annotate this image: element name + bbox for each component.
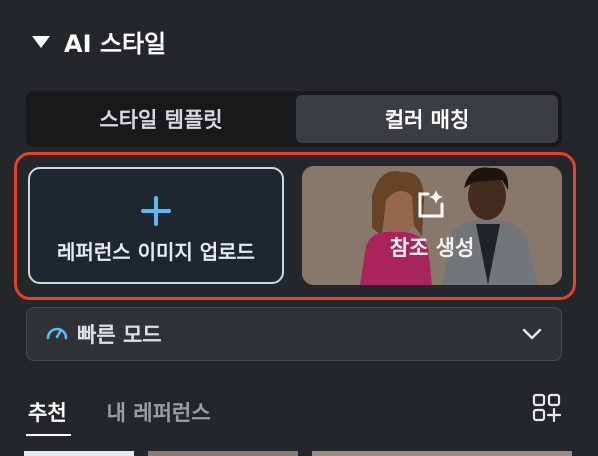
sparkle-frame-icon — [418, 190, 444, 218]
mode-value: 빠른 모드 — [77, 323, 162, 347]
ai-style-section-header[interactable]: AI 스타일 — [32, 24, 166, 58]
tab-color-matching[interactable]: 컬러 매칭 — [296, 95, 558, 143]
section-title: AI 스타일 — [64, 29, 167, 58]
generate-reference-button[interactable]: 참조 생성 — [302, 166, 562, 285]
collapse-triangle-icon — [32, 36, 50, 48]
photo-overlay — [302, 166, 562, 285]
mode-dropdown[interactable]: 빠른 모드 — [26, 307, 562, 361]
tab-my-references[interactable]: 내 레퍼런스 — [107, 390, 211, 434]
thumbnail-row-peek — [24, 451, 572, 456]
reference-tabs: 추천 내 레퍼런스 — [26, 390, 211, 438]
tab-style-template[interactable]: 스타일 템플릿 — [30, 95, 292, 143]
plus-icon — [139, 194, 173, 228]
style-segmented-control: 스타일 템플릿 컬러 매칭 — [26, 91, 562, 147]
speedometer-icon — [46, 327, 68, 340]
upload-reference-button[interactable]: 레퍼런스 이미지 업로드 — [28, 167, 284, 284]
grid-add-icon[interactable] — [532, 393, 562, 423]
generate-reference-label: 참조 생성 — [389, 236, 475, 260]
tab-recommended[interactable]: 추천 — [26, 390, 71, 436]
chevron-down-icon — [522, 328, 542, 340]
upload-reference-label: 레퍼런스 이미지 업로드 — [57, 240, 255, 264]
